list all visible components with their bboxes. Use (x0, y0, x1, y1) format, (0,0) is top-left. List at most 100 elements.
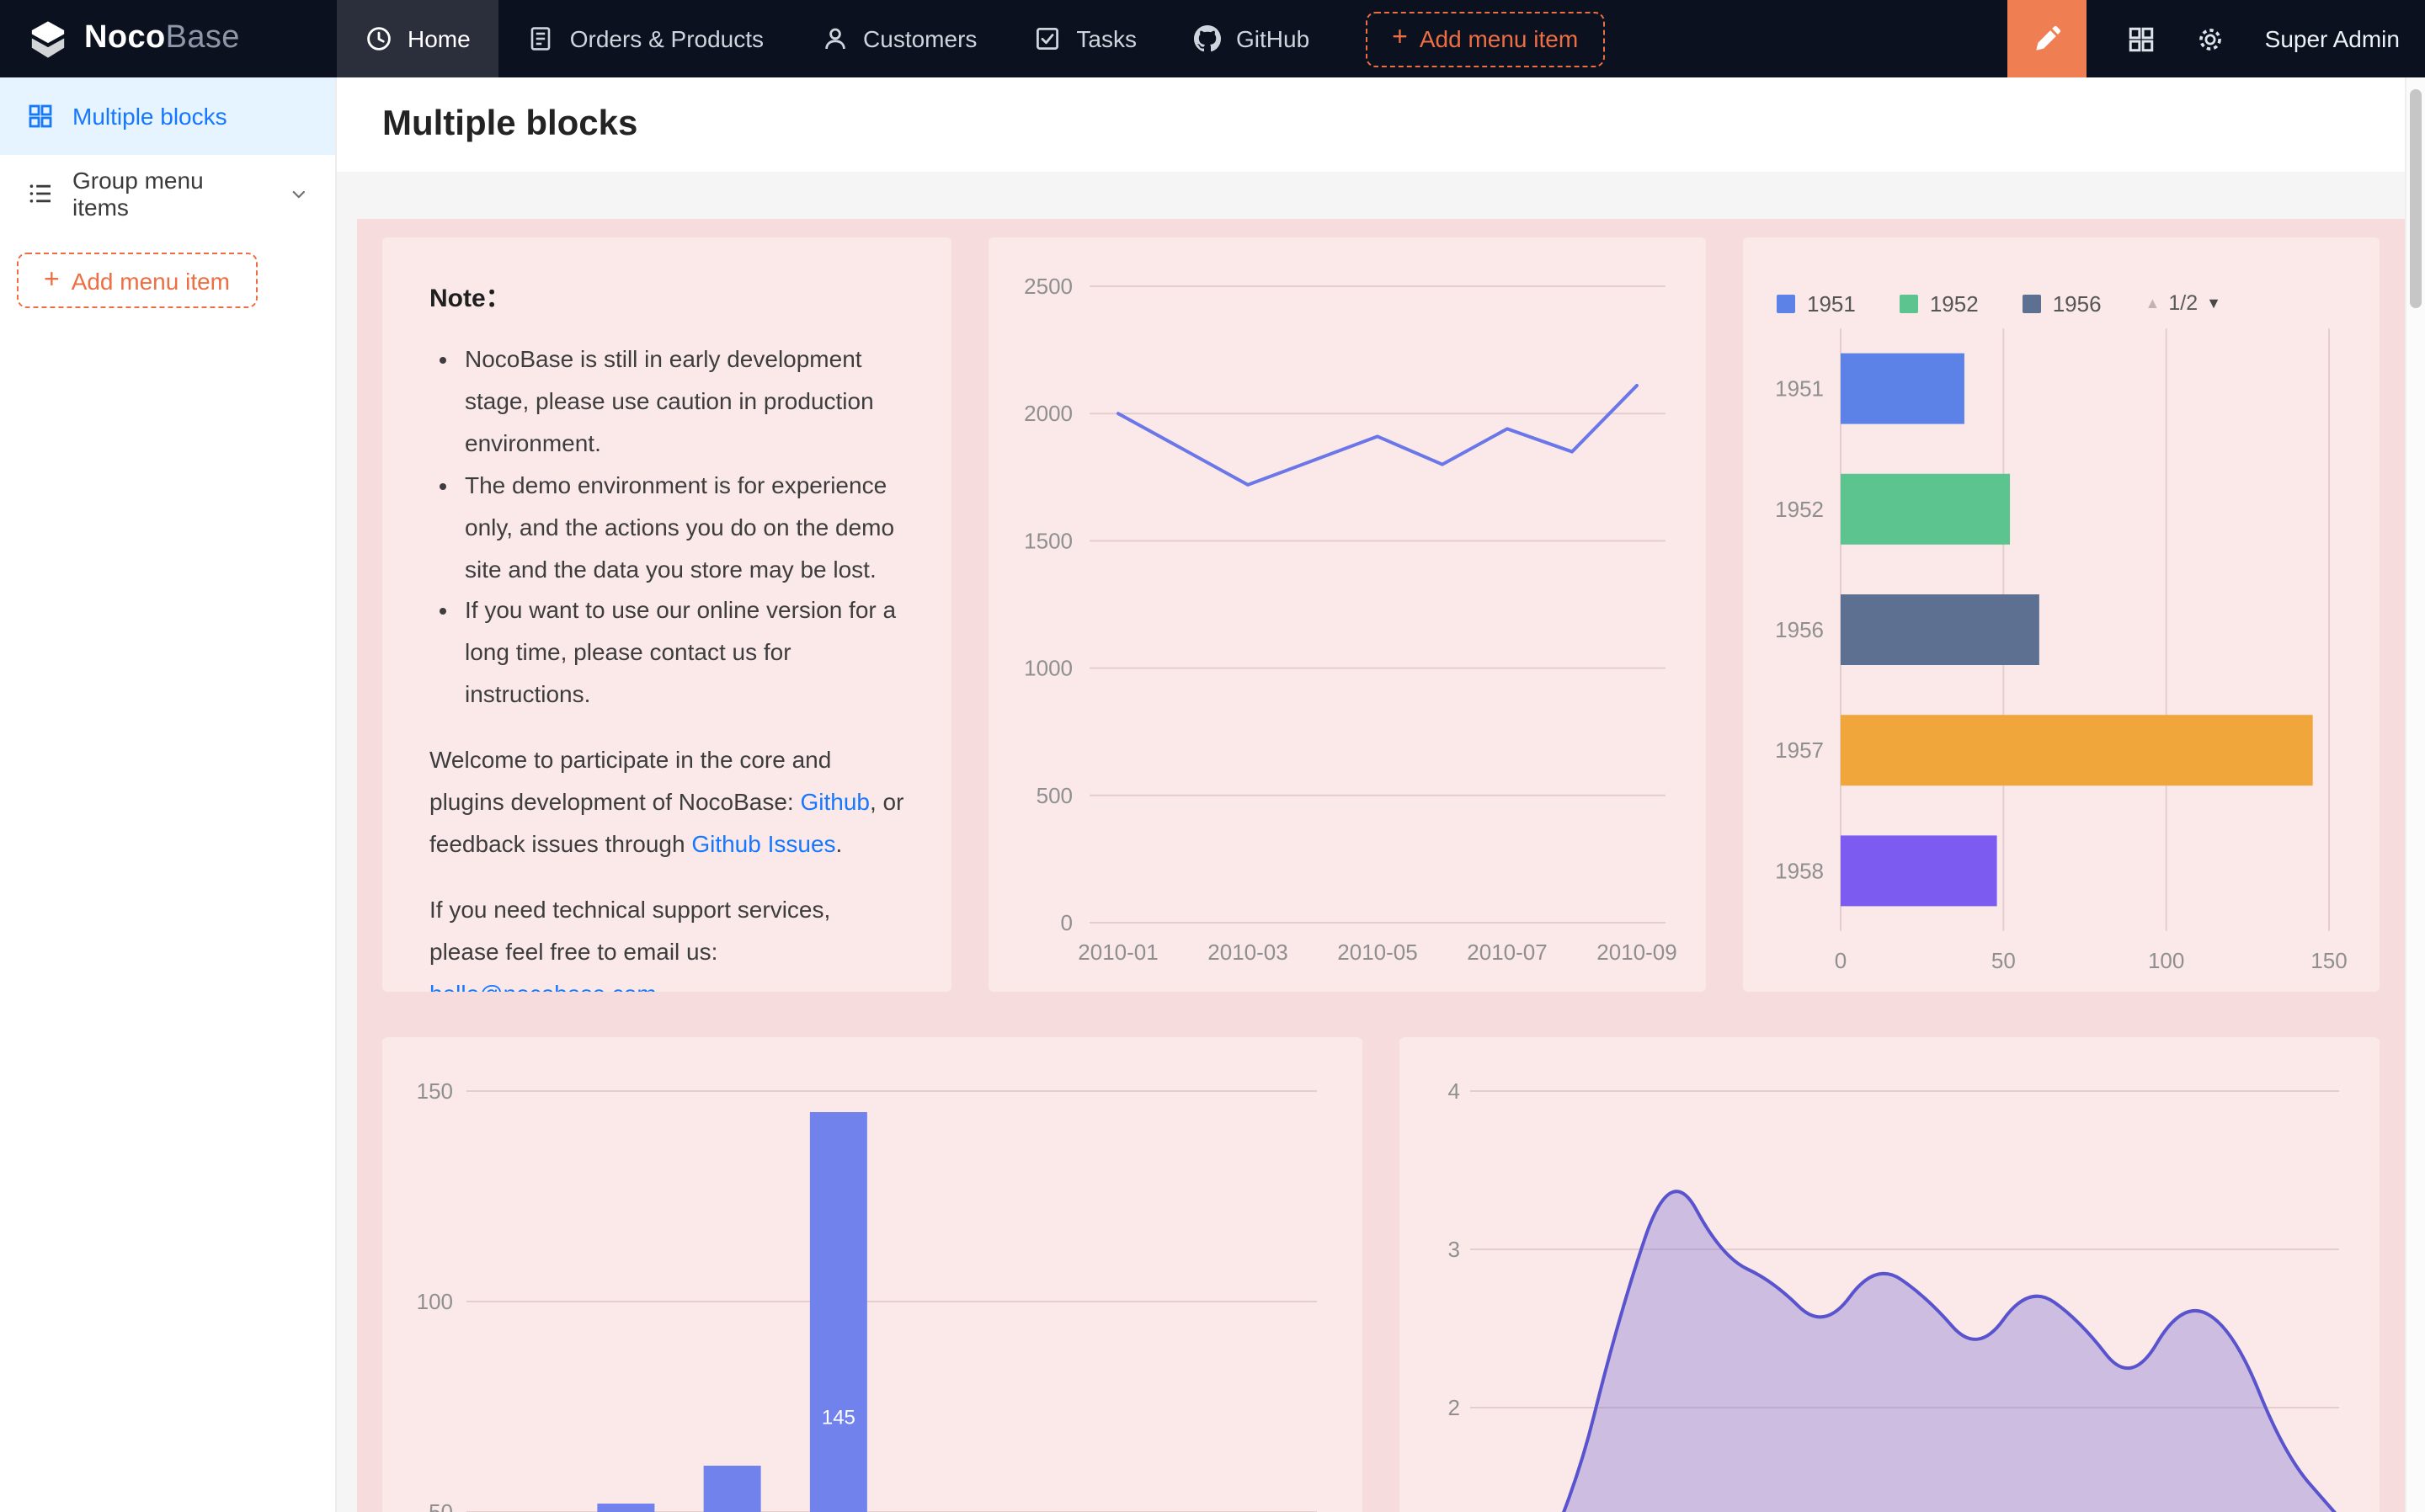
sidebar-item-label: Multiple blocks (72, 103, 227, 130)
logo-bold: Noco (84, 20, 166, 56)
svg-text:2500: 2500 (1024, 274, 1073, 299)
nocobase-app: NocoBase Home Orders & Products Customers T… (0, 0, 2425, 1512)
blocks-row-1: Note： NocoBase is still in early develop… (382, 237, 2380, 992)
svg-text:0: 0 (1061, 910, 1073, 935)
note-paragraph: If you need technical support services, … (429, 889, 904, 992)
svg-text:100: 100 (2148, 948, 2184, 973)
page-scrollbar (2405, 77, 2425, 1512)
svg-text:2000: 2000 (1024, 401, 1073, 426)
note-text: Welcome to participate in the core and p… (429, 746, 831, 815)
page-header: Multiple blocks (337, 77, 2425, 172)
note-bullet: NocoBase is still in early development s… (465, 338, 904, 464)
legend-label: 1952 (1930, 290, 1979, 316)
svg-text:3: 3 (1448, 1237, 1460, 1262)
app-logo[interactable]: NocoBase (0, 0, 337, 77)
top-nav-item-tasks[interactable]: Tasks (1005, 0, 1165, 77)
top-nav-item-label: Orders & Products (570, 25, 764, 52)
ui-editor-button[interactable] (2007, 0, 2087, 77)
note-title: Note： (429, 280, 904, 315)
svg-text:50: 50 (429, 1499, 453, 1512)
top-nav-item-github[interactable]: GitHub (1165, 0, 1338, 77)
top-nav-right: Super Admin (2007, 0, 2425, 77)
sidebar-menu: Multiple blocks Group menu items (0, 77, 335, 232)
github-icon (1194, 25, 1221, 52)
svg-text:145: 145 (822, 1407, 855, 1429)
svg-text:1956: 1956 (1775, 617, 1824, 642)
blocks-icon (27, 103, 54, 130)
svg-text:1957: 1957 (1775, 737, 1824, 763)
main-content: Multiple blocks Note： NocoBase is still … (337, 77, 2425, 1512)
sidebar-add-menu-item-label: Add menu item (72, 267, 230, 294)
blocks-canvas: Note： NocoBase is still in early develop… (357, 219, 2405, 1512)
svg-text:2010-09: 2010-09 (1596, 940, 1676, 965)
github-issues-link[interactable]: Github Issues (691, 830, 835, 857)
svg-text:2010-07: 2010-07 (1467, 940, 1547, 965)
svg-text:2010-03: 2010-03 (1207, 940, 1287, 965)
scrollbar-thumb[interactable] (2410, 89, 2422, 308)
svg-text:150: 150 (417, 1078, 453, 1104)
email-link[interactable]: hello@nocobase.com (429, 979, 657, 992)
legend-item-1952[interactable]: 1952 (1900, 290, 1979, 316)
svg-text:100: 100 (417, 1289, 453, 1314)
legend-page-prev-icon[interactable]: ▲ (2145, 295, 2161, 311)
plus-icon: + (44, 267, 60, 294)
legend-page-next-icon[interactable]: ▼ (2206, 295, 2221, 311)
nocobase-logo-icon (27, 18, 69, 60)
screen: NocoBase Home Orders & Products Customers T… (0, 0, 2425, 1512)
svg-text:1952: 1952 (1775, 497, 1824, 522)
line-chart-block: 0 500 1000 1500 2000 2500 2010-01 2010-03 2010-0… (989, 237, 1706, 992)
tasks-icon (1034, 25, 1061, 52)
top-nav: NocoBase Home Orders & Products Customers T… (0, 0, 2425, 77)
svg-text:2: 2 (1448, 1395, 1460, 1420)
sidebar-add-menu-item-button[interactable]: + Add menu item (17, 253, 257, 308)
top-nav-item-home[interactable]: Home (337, 0, 499, 77)
sidebar-item-multiple-blocks[interactable]: Multiple blocks (0, 77, 335, 155)
github-link[interactable]: Github (801, 788, 871, 815)
page-title: Multiple blocks (382, 104, 637, 145)
top-nav-item-label: Tasks (1076, 25, 1137, 52)
note-block: Note： NocoBase is still in early develop… (382, 237, 951, 992)
sidebar-item-label: Group menu items (72, 167, 263, 221)
horizontal-bar-chart: 05010015019511952195619571958 (1743, 322, 2380, 992)
top-nav-item-label: Customers (863, 25, 977, 52)
top-nav-item-customers[interactable]: Customers (792, 0, 1005, 77)
legend-swatch (1900, 294, 1918, 312)
note-text: If you need technical support services, … (429, 896, 830, 965)
svg-text:2010-01: 2010-01 (1078, 940, 1158, 965)
legend-item-1951[interactable]: 1951 (1777, 290, 1856, 316)
logo-text: NocoBase (84, 20, 240, 57)
orders-icon (528, 25, 555, 52)
line-chart: 0 500 1000 1500 2000 2500 2010-01 2010-03 2010-0… (989, 237, 1706, 992)
area-chart-block: 4 3 2 (1399, 1037, 2380, 1512)
top-nav-item-orders-products[interactable]: Orders & Products (499, 0, 792, 77)
plugin-manager-icon[interactable] (2127, 24, 2156, 53)
blocks-row-2: 150 100 50 145 4 3 2 (382, 1037, 2380, 1512)
legend-label: 1951 (1807, 290, 1856, 316)
home-icon (365, 25, 392, 52)
legend-pager: ▲ 1/2 ▼ (2145, 291, 2221, 315)
note-bullet: The demo environment is for experience o… (465, 464, 904, 589)
svg-text:1500: 1500 (1024, 528, 1073, 553)
column-chart-block: 150 100 50 145 (382, 1037, 1362, 1512)
top-nav-item-label: GitHub (1236, 25, 1309, 52)
note-bullet-list: NocoBase is still in early development s… (429, 338, 904, 716)
sidebar-item-group-menu-items[interactable]: Group menu items (0, 155, 335, 232)
note-text: . (836, 830, 843, 857)
plus-icon: + (1392, 25, 1408, 52)
chart-legend: 1951 1952 1956 ▲ 1/2 ▼ (1777, 288, 2356, 318)
sidebar: Multiple blocks Group menu items + Add me… (0, 77, 337, 1512)
svg-text:2010-05: 2010-05 (1337, 940, 1417, 965)
svg-text:0: 0 (1835, 948, 1847, 973)
svg-text:500: 500 (1037, 783, 1073, 808)
svg-text:4: 4 (1448, 1078, 1460, 1104)
svg-text:1000: 1000 (1024, 656, 1073, 681)
current-user[interactable]: Super Admin (2265, 25, 2400, 52)
legend-page-indicator: 1/2 (2168, 291, 2198, 315)
legend-swatch (1777, 294, 1795, 312)
legend-item-1956[interactable]: 1956 (2023, 290, 2102, 316)
top-add-menu-item-button[interactable]: + Add menu item (1365, 11, 1605, 67)
ui-editor-pen-icon (2033, 24, 2061, 53)
svg-text:1951: 1951 (1775, 376, 1824, 402)
area-chart: 4 3 2 (1399, 1037, 2380, 1512)
settings-gear-icon[interactable] (2196, 24, 2225, 53)
